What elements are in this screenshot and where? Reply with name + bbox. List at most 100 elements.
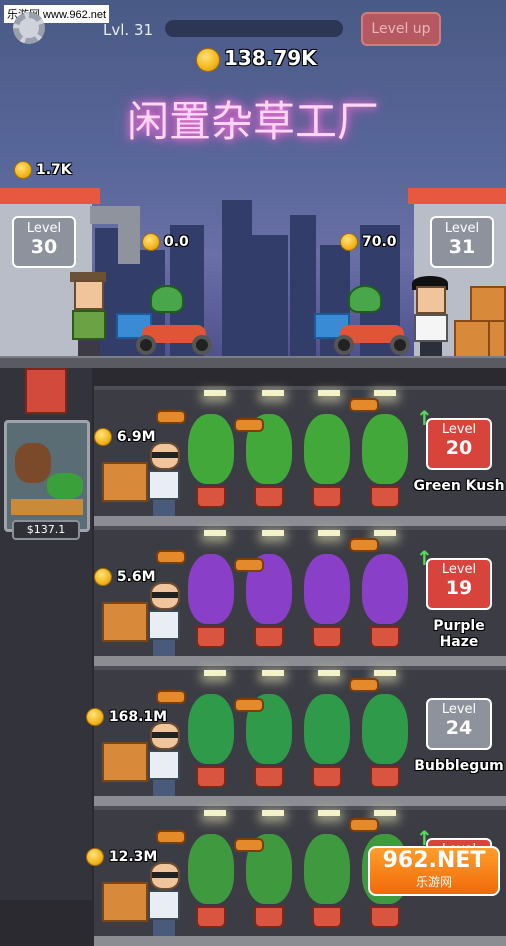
weed-plant[interactable] (360, 406, 410, 516)
grow-lamp (374, 670, 396, 676)
drone-icon (349, 818, 379, 832)
farmer-character[interactable] (144, 442, 184, 518)
weed-plant[interactable] (186, 406, 236, 516)
drone-icon (234, 418, 264, 432)
grow-lamp (262, 530, 284, 536)
courier-scooter-left[interactable] (116, 285, 214, 355)
elevator-car[interactable] (4, 420, 90, 532)
floor-shelf (94, 796, 506, 806)
pipe (118, 224, 140, 264)
grow-lamp (318, 810, 340, 816)
grow-lamp (204, 390, 226, 396)
warehouse-level-box[interactable]: Level 30 (12, 216, 76, 268)
weed-plant[interactable] (360, 546, 410, 656)
xp-progress-bar (165, 20, 343, 37)
gear-icon[interactable] (13, 12, 45, 44)
courier-scooter-right[interactable] (314, 285, 412, 355)
weed-plant[interactable] (302, 686, 352, 796)
street (0, 356, 506, 368)
market-level-box[interactable]: Level 31 (430, 216, 494, 268)
pipe (90, 206, 140, 224)
building (290, 215, 316, 358)
level-up-button[interactable]: Level up (361, 12, 441, 46)
harvest-crate (102, 882, 148, 922)
floor-upgrade-button[interactable]: Level 20 (426, 418, 492, 470)
grow-lamp (374, 530, 396, 536)
crate (470, 286, 506, 322)
buyer-character[interactable] (410, 276, 450, 358)
coin-icon (340, 233, 358, 251)
grow-lamp (318, 670, 340, 676)
floor-income: 6.9M (94, 428, 156, 446)
flower-pot (370, 906, 400, 928)
strain-name: Bubblegum (414, 758, 504, 774)
coin-icon (142, 233, 160, 251)
farmer-character[interactable] (144, 862, 184, 938)
courier-load: 70.0 (340, 233, 397, 251)
helmet-icon (150, 285, 184, 313)
floor-shelf (94, 936, 506, 946)
house-roof (408, 188, 506, 204)
money-counter: 138.79K (192, 46, 317, 72)
crate (454, 320, 490, 358)
site-logo: 962.NET 乐游网 (368, 846, 500, 896)
flower-pot (312, 486, 342, 508)
grow-lamp (374, 390, 396, 396)
drone-icon (156, 410, 186, 424)
weed-plant[interactable] (302, 546, 352, 656)
courier-load: 0.0 (142, 233, 189, 251)
game-title: 闲置杂草工厂 (126, 97, 379, 146)
harvest-crate (102, 602, 148, 642)
flower-pot (254, 626, 284, 648)
weed-plant[interactable] (186, 686, 236, 796)
coin-icon (86, 848, 104, 866)
harvest-crate (102, 742, 148, 782)
grow-floor[interactable]: 6.9M ↑ Level 20 Green Kush (94, 386, 506, 526)
drone-icon (234, 698, 264, 712)
drone-icon (156, 550, 186, 564)
floor-shelf (94, 516, 506, 526)
flower-pot (196, 486, 226, 508)
building (252, 235, 288, 358)
crate (488, 320, 506, 358)
weed-plant[interactable] (186, 826, 236, 936)
strain-name: Purple Haze (433, 618, 485, 650)
elevator-pulley (25, 368, 67, 414)
farmer-character[interactable] (144, 722, 184, 798)
weed-plant[interactable] (360, 686, 410, 796)
drone-icon (234, 838, 264, 852)
drone-icon (349, 398, 379, 412)
grow-floor[interactable]: 5.6M ↑ Level 19 Purple Haze (94, 526, 506, 666)
flower-pot (312, 626, 342, 648)
grow-lamp (204, 530, 226, 536)
flower-pot (312, 906, 342, 928)
floor-upgrade-button[interactable]: Level 19 (426, 558, 492, 610)
strain-name: Green Kush (413, 478, 505, 494)
flower-pot (370, 626, 400, 648)
farmer-character[interactable] (144, 582, 184, 658)
flower-pot (254, 906, 284, 928)
grow-lamp (262, 390, 284, 396)
grow-floor[interactable]: 168.1M Level 24 Bubblegum (86, 666, 506, 806)
weed-plant[interactable] (186, 546, 236, 656)
grow-lamp (262, 810, 284, 816)
grow-lamp (318, 530, 340, 536)
coin-icon (196, 47, 220, 72)
coin-icon (94, 568, 112, 586)
flower-pot (196, 626, 226, 648)
elevator-cash: $137.1 (12, 520, 80, 540)
flower-pot (370, 766, 400, 788)
weed-plant[interactable] (302, 406, 352, 516)
drone-icon (156, 830, 186, 844)
player-level: Lvl. 31 (103, 21, 154, 39)
floor-upgrade-button[interactable]: Level 24 (426, 698, 492, 750)
drone-icon (234, 558, 264, 572)
weed-plant[interactable] (302, 826, 352, 936)
grow-lamp (318, 390, 340, 396)
coin-icon (94, 428, 112, 446)
top-bar: 乐游网 www.962.net Lvl. 31 Level up 138.79K (0, 0, 506, 85)
drone-icon (349, 678, 379, 692)
coin-icon (14, 161, 32, 179)
floor-shelf (94, 656, 506, 666)
manager-character[interactable] (68, 272, 108, 358)
